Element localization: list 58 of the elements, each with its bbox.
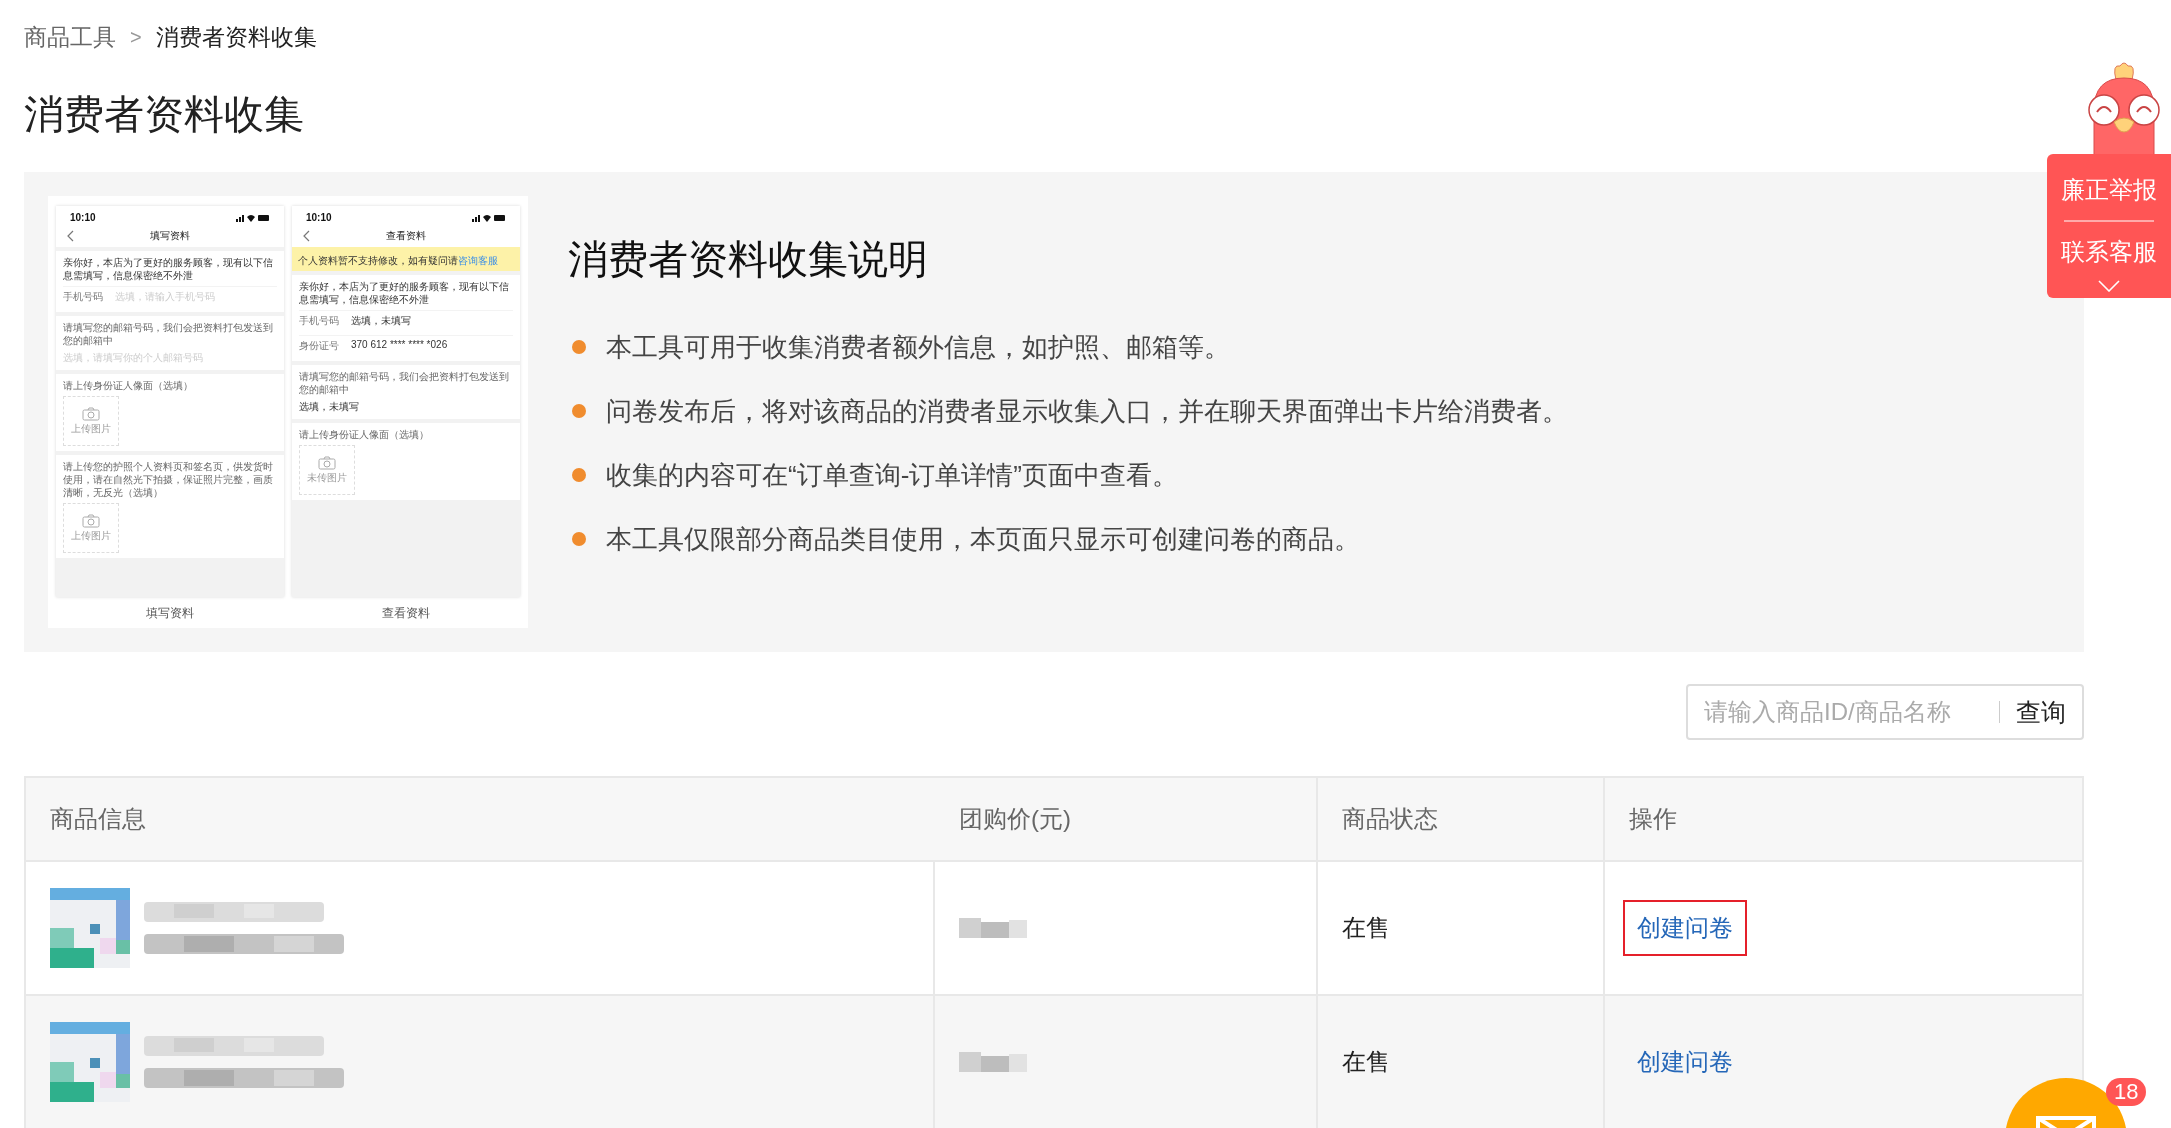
- column-header: 商品信息: [49, 804, 147, 834]
- answer-text: 选填，未填写: [299, 400, 360, 414]
- notice-text: 个人资料暂不支持修改，如有疑问请咨询客服: [298, 255, 498, 266]
- field-label: 手机号码: [63, 290, 103, 304]
- question-text: 请填写您的邮箱号码，我们会把资料打包发送到您的邮箱中: [299, 370, 510, 396]
- question-text: 请上传您的护照个人资料页和签名页，供发货时使用，请在自然光下拍摄，保证照片完整，画质清晰，无反光（选填）: [63, 460, 274, 499]
- question-text: 请上传身份证人像面（选填）: [299, 428, 430, 441]
- notice-link[interactable]: 咨询客服: [458, 255, 498, 266]
- breadcrumb-separator: >: [130, 26, 142, 49]
- greeting-text: 亲你好，本店为了更好的服务顾客，现有以下信息需填写，信息保密绝不外泄: [299, 280, 510, 306]
- question-text: 请上传身份证人像面（选填）: [63, 379, 194, 392]
- mockup-caption: 填写资料: [145, 605, 195, 622]
- camera-icon: [318, 455, 336, 470]
- unread-badge: 18: [2106, 1078, 2147, 1106]
- greeting-text: 亲你好，本店为了更好的服务顾客，现有以下信息需填写，信息保密绝不外泄: [63, 256, 274, 282]
- breadcrumb-item[interactable]: 商品工具: [24, 22, 116, 53]
- side-menu-item[interactable]: 联系客服: [2061, 230, 2157, 274]
- bullet-text: 本工具仅限部分商品类目使用，本页面只显示可创建问卷的商品。: [606, 522, 1360, 556]
- upload-label: 上传图片: [71, 421, 111, 436]
- back-icon: [66, 230, 74, 242]
- bullet-text: 本工具可用于收集消费者额外信息，如护照、邮箱等。: [606, 330, 1230, 364]
- column-header: 团购价(元): [935, 778, 1318, 860]
- create-survey-link[interactable]: 创建问卷: [1623, 1034, 1747, 1090]
- column-header: 操作: [1628, 804, 1678, 834]
- status-time: 10:10: [306, 212, 332, 223]
- bullet-text: 问卷发布后，将对该商品的消费者显示收集入口，并在聊天界面弹出卡片给消费者。: [606, 394, 1568, 428]
- back-icon: [302, 230, 310, 242]
- bullet-dot-icon: [572, 340, 586, 354]
- question-text: 请填写您的邮箱号码，我们会把资料打包发送到您的邮箱中: [63, 321, 274, 347]
- section-heading: 消费者资料收集说明: [568, 236, 929, 283]
- status-text: 在售: [1342, 913, 1390, 943]
- camera-icon: [82, 513, 100, 528]
- create-survey-link[interactable]: 创建问卷: [1623, 900, 1747, 956]
- side-menu-item[interactable]: 廉正举报: [2061, 168, 2157, 212]
- upload-label: 上传图片: [71, 528, 111, 543]
- status-time: 10:10: [70, 212, 96, 223]
- bullet-text: 收集的内容可在“订单查询-订单详情”页面中查看。: [606, 458, 1178, 492]
- screen-title: 填写资料: [150, 229, 190, 243]
- field-label: 手机号码: [299, 314, 339, 328]
- search-field[interactable]: 请输入商品ID/商品名称 查询: [1686, 684, 2084, 740]
- field-value: 选填，未填写: [351, 314, 411, 328]
- status-text: 在售: [1342, 1047, 1390, 1077]
- camera-icon: [82, 406, 100, 421]
- screen-title: 查看资料: [386, 229, 426, 243]
- breadcrumb-item: 消费者资料收集: [155, 23, 317, 52]
- field-value: 370 612 **** **** *026: [351, 339, 448, 352]
- page-title: 消费者资料收集: [24, 91, 305, 138]
- status-icons-icon: [236, 212, 270, 223]
- bullet-dot-icon: [572, 404, 586, 418]
- status-icons-icon: [472, 212, 506, 223]
- column-header: 商品状态: [1318, 778, 1605, 860]
- field-label: 身份证号: [299, 339, 339, 353]
- chevron-down-icon[interactable]: [2098, 280, 2120, 292]
- search-button[interactable]: 查询: [2000, 695, 2082, 729]
- bullet-dot-icon: [572, 532, 586, 546]
- upload-label: 未传图片: [307, 470, 347, 485]
- bullet-dot-icon: [572, 468, 586, 482]
- mockup-caption: 查看资料: [381, 605, 431, 622]
